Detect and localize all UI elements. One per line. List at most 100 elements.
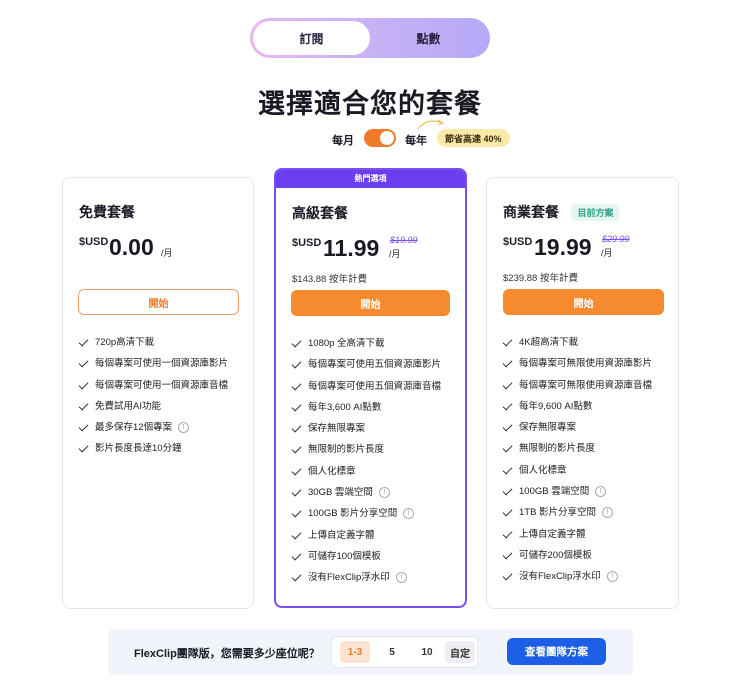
start-button-free[interactable]: 開始 (78, 289, 239, 315)
plan-name: 高級套餐 (292, 205, 348, 221)
list-item: 1080p 全高清下載 (291, 337, 441, 358)
billing-monthly-label[interactable]: 每月 (332, 132, 354, 148)
tab-subscription[interactable]: 訂閱 (253, 21, 370, 55)
billing-yearly-label[interactable]: 每年 (405, 132, 427, 148)
feature-text: 保存無限專案 (308, 423, 366, 435)
check-icon (502, 506, 513, 517)
check-icon (502, 357, 513, 368)
feature-text: 沒有FlexClip浮水印 (308, 572, 390, 584)
price: 0.00 (109, 234, 154, 260)
list-item: 個人化標章 (502, 464, 652, 485)
feature-text: 可儲存200個模板 (519, 549, 592, 561)
feature-text: 沒有FlexClip浮水印 (519, 571, 601, 583)
feature-text: 1080p 全高清下載 (308, 338, 385, 349)
popular-badge: 熱門選項 (276, 170, 465, 188)
annual-billing: $143.88 按年計費 (292, 274, 367, 285)
seat-option-5[interactable]: 5 (377, 641, 407, 663)
seat-option-10[interactable]: 10 (412, 641, 442, 663)
current-plan-badge: 目前方案 (571, 204, 620, 222)
check-icon (78, 357, 89, 368)
start-button-pro[interactable]: 開始 (291, 290, 450, 316)
list-item: 個人化標章 (291, 465, 441, 486)
feature-text: 影片長度長達10分鐘 (95, 443, 182, 455)
plan-header-pro: 高級套餐 $USD 11.99 /月 $19.99 $143.88 按年計費 (276, 188, 465, 285)
check-icon (291, 550, 302, 561)
plan-name-row: 商業套餐 目前方案 (503, 202, 662, 222)
start-button-business[interactable]: 開始 (503, 289, 664, 315)
list-item: 4K超高清下載 (502, 336, 652, 357)
seat-selector: 1-3 5 10 自定 (331, 636, 478, 668)
plan-card-free: 免費套餐 $USD 0.00 /月 開始 720p高清下載 每個專案可使用一個資… (62, 177, 254, 609)
feature-text: 每年3,600 AI點數 (308, 401, 382, 413)
info-icon[interactable]: ! (602, 507, 614, 519)
check-icon (291, 571, 302, 582)
feature-text: 上傳自定義字體 (519, 528, 586, 540)
check-icon (78, 400, 89, 411)
feature-text: 無限制的影片長度 (519, 443, 596, 455)
feature-text: 30GB 雲端空間 (308, 487, 373, 499)
info-icon[interactable]: ! (595, 486, 607, 498)
info-icon[interactable]: ! (378, 487, 390, 499)
price-period: /月 (161, 248, 173, 258)
info-icon[interactable]: ! (606, 571, 618, 583)
list-item: 最多保存12個專案! (78, 421, 228, 442)
info-icon[interactable]: ! (395, 572, 407, 584)
feature-text: 100GB 雲端空間 (519, 486, 590, 498)
feature-text: 每個專案可使用一個資源庫音檔 (95, 379, 229, 391)
billing-period: 每月 每年 節省高達 40% (0, 119, 740, 151)
check-icon (502, 400, 513, 411)
list-item: 每個專案可使用一個資源庫影片 (78, 357, 229, 378)
plan-type-toggle-inner: 訂閱 點數 (253, 21, 487, 55)
feature-text: 個人化標章 (308, 465, 356, 477)
price-row: $USD 11.99 /月 $19.99 (292, 235, 449, 265)
billing-switch[interactable] (364, 129, 396, 147)
list-item: 每年3,600 AI點數 (291, 401, 441, 422)
plan-name: 商業套餐 (503, 204, 559, 220)
currency: $USD (292, 237, 322, 249)
check-icon (502, 379, 513, 390)
info-icon[interactable]: ! (403, 508, 415, 520)
list-item: 每個專案可使用五個資源庫音檔 (291, 380, 441, 401)
save-badge: 節省高達 40% (437, 129, 510, 147)
list-item: 1TB 影片分享空間! (502, 506, 652, 527)
currency: $USD (503, 236, 533, 248)
tab-credits[interactable]: 點數 (370, 21, 487, 55)
feature-text: 每個專案可使用一個資源庫影片 (95, 358, 229, 370)
feature-text: 可儲存100個模板 (308, 550, 381, 562)
seat-option-custom[interactable]: 自定 (445, 641, 475, 663)
feature-text: 保存無限專案 (519, 422, 577, 434)
feature-list-free: 720p高清下載 每個專案可使用一個資源庫影片 每個專案可使用一個資源庫音檔 免… (78, 336, 229, 464)
price-row: $USD 0.00 /月 (79, 234, 237, 264)
check-icon (291, 444, 302, 454)
check-icon (78, 336, 89, 347)
info-icon[interactable]: ! (178, 422, 190, 434)
list-item: 每個專案可無限使用資源庫音檔 (502, 379, 653, 400)
check-icon (78, 443, 89, 453)
price: 19.99 (534, 234, 592, 260)
team-plan-bar: FlexClip團隊版，您需要多少座位呢？ 1-3 5 10 自定 查看團隊方案 (108, 629, 633, 675)
view-team-plans-button[interactable]: 查看團隊方案 (507, 638, 606, 665)
feature-text: 每個專案可無限使用資源庫音檔 (519, 379, 653, 391)
check-icon (291, 337, 302, 348)
check-icon (502, 336, 513, 347)
list-item: 保存無限專案 (502, 421, 652, 442)
old-price: $29.99 (602, 234, 630, 244)
feature-text: 每個專案可使用五個資源庫影片 (308, 359, 442, 371)
list-item: 每個專案可使用一個資源庫音檔 (78, 379, 229, 400)
annual-billing: $239.88 按年計費 (503, 273, 578, 284)
check-icon (291, 486, 302, 497)
seat-option-1-3[interactable]: 1-3 (340, 641, 370, 663)
price-period: /月 (601, 248, 613, 258)
feature-text: 個人化標章 (519, 464, 567, 476)
check-icon (291, 507, 302, 518)
list-item: 影片長度長達10分鐘 (78, 442, 228, 463)
list-item: 每個專案可無限使用資源庫影片 (502, 357, 653, 378)
old-price: $19.99 (390, 235, 418, 245)
list-item: 無限制的影片長度 (502, 442, 652, 463)
list-item: 上傳自定義字體 (502, 528, 652, 549)
plan-card-business: 商業套餐 目前方案 $USD 19.99 /月 $29.99 $239.88 按… (486, 177, 679, 609)
check-icon (502, 570, 513, 581)
price-row: $USD 19.99 /月 $29.99 (503, 234, 662, 264)
list-item: 沒有FlexClip浮水印! (502, 570, 652, 591)
feature-text: 每個專案可無限使用資源庫影片 (519, 358, 653, 370)
